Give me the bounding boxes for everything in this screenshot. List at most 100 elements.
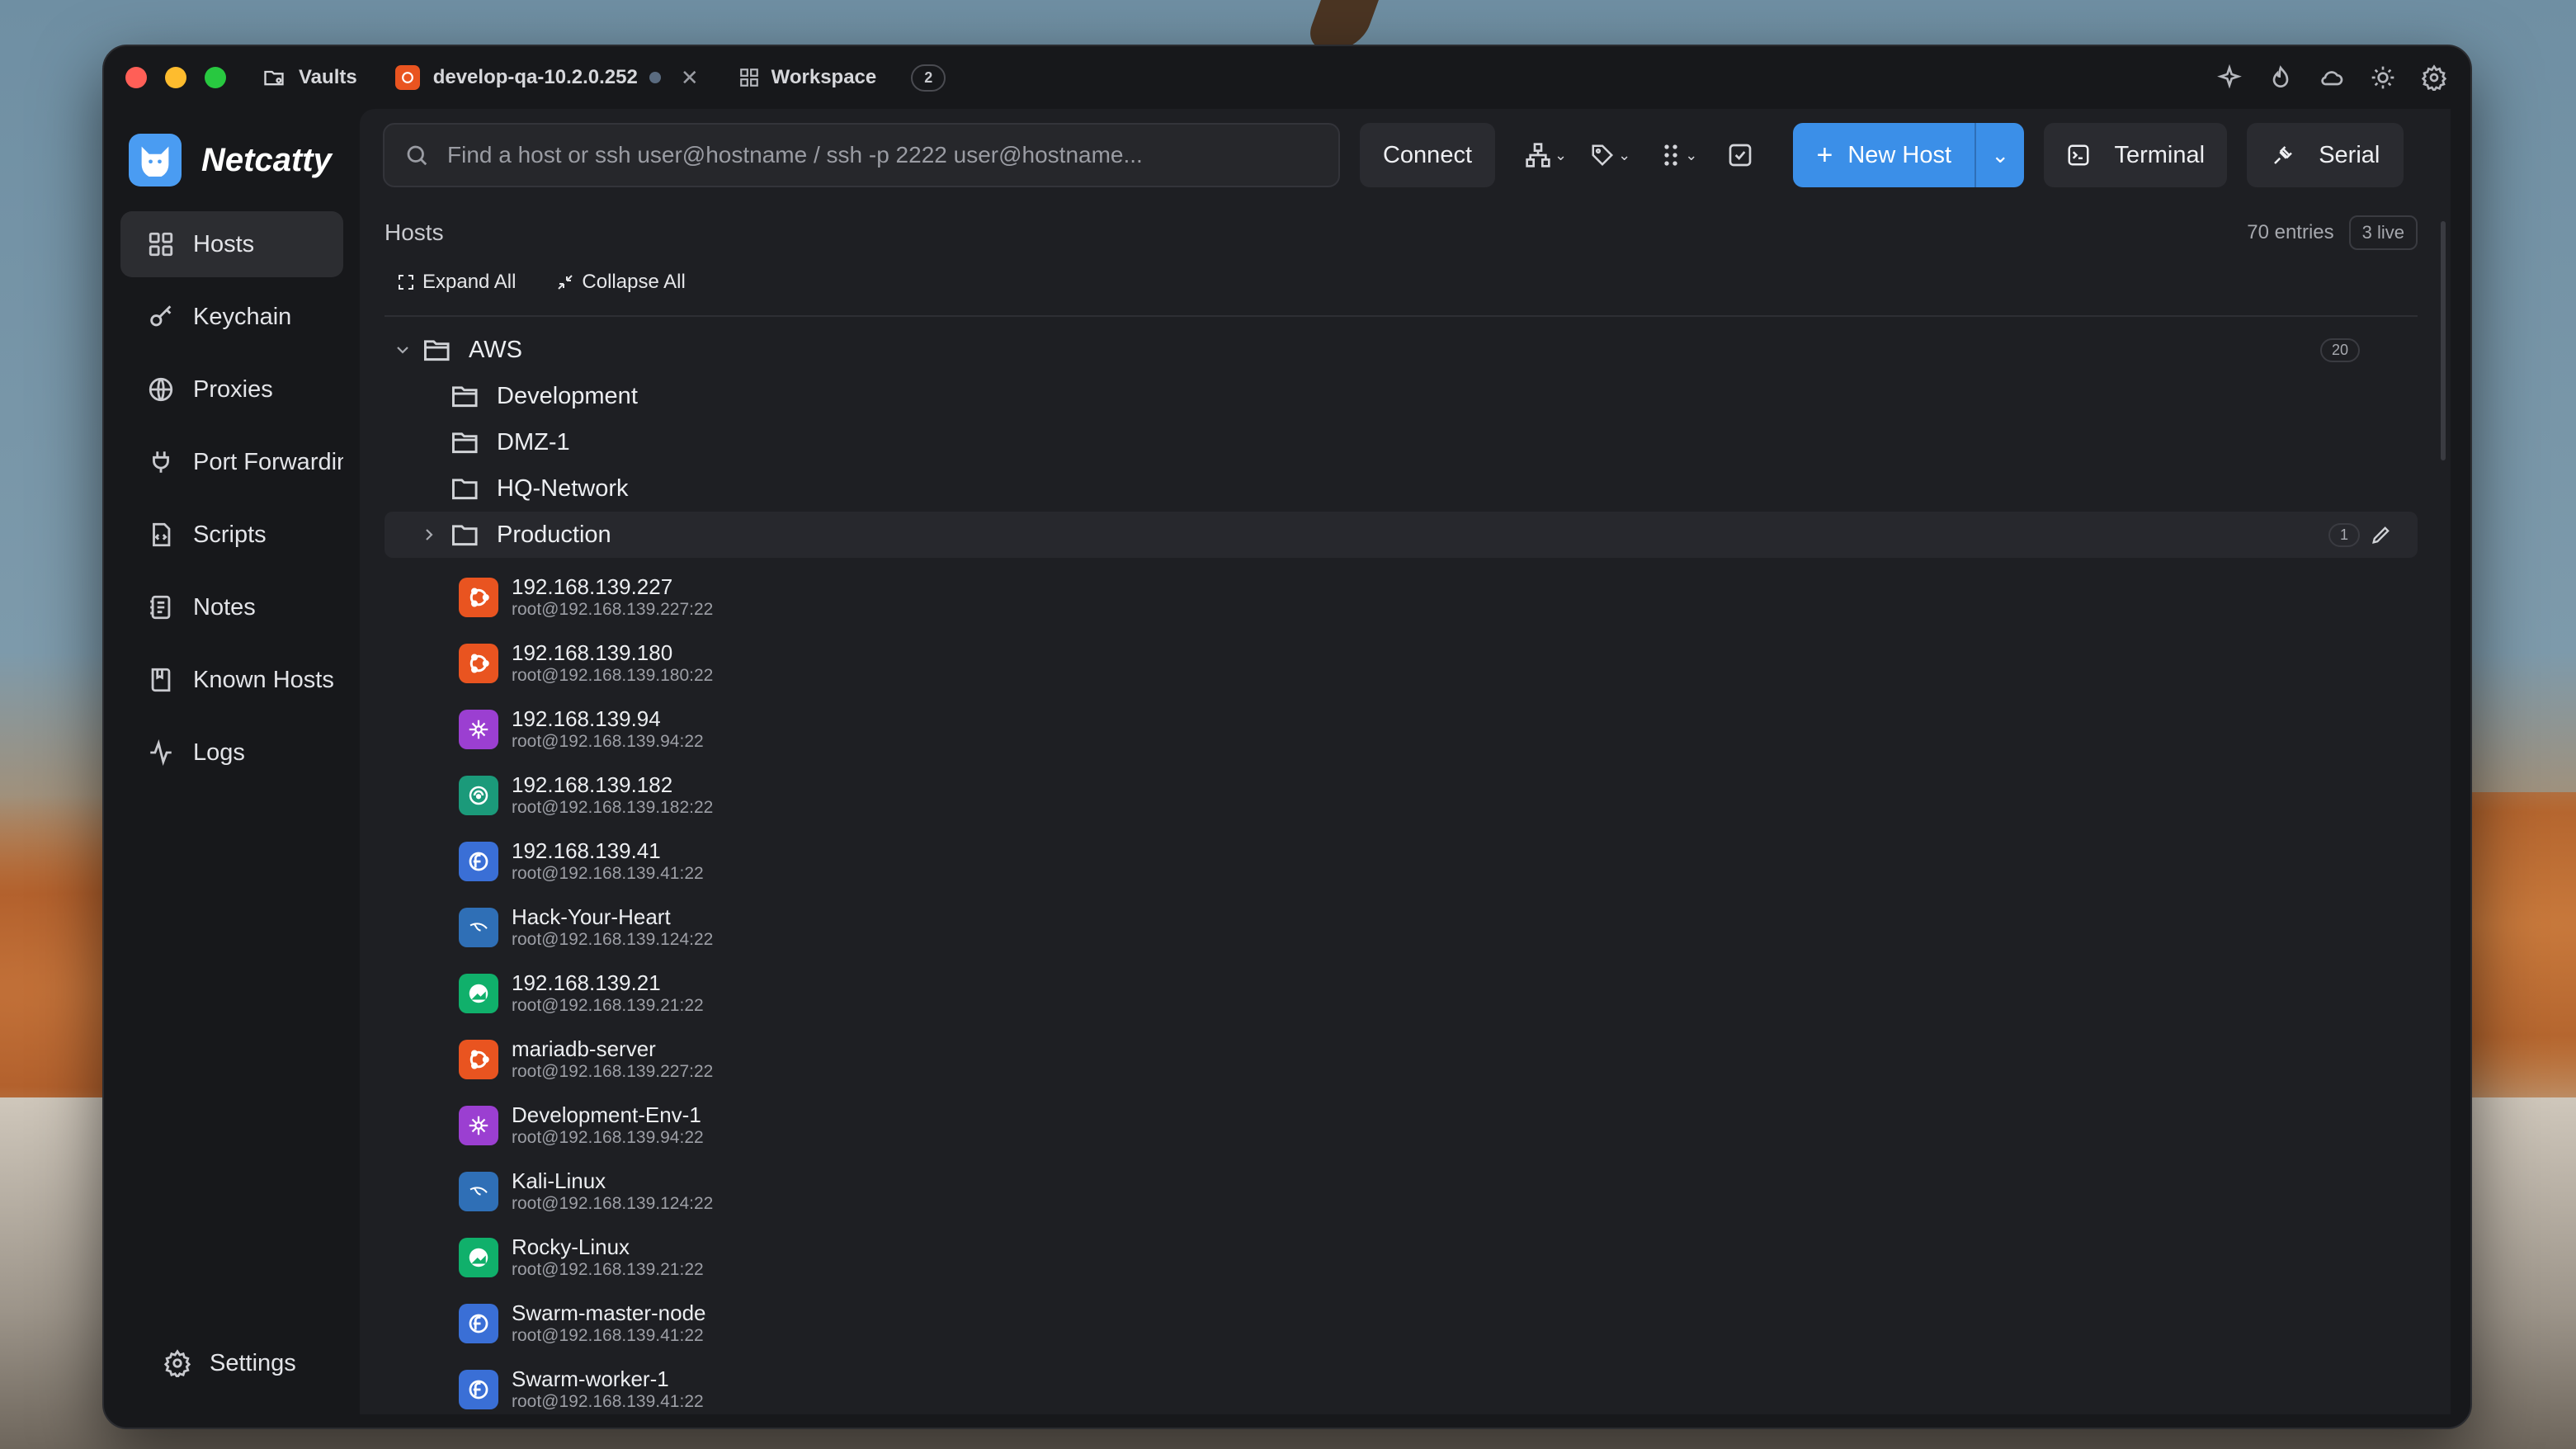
folder-name: AWS <box>469 336 522 363</box>
cloud-icon[interactable] <box>2319 64 2345 91</box>
new-host-button[interactable]: + New Host <box>1793 123 1975 187</box>
flame-icon[interactable] <box>2267 64 2294 91</box>
hosts-title: Hosts <box>385 219 444 245</box>
folder-row-hq-network[interactable]: HQ-Network <box>385 465 2418 512</box>
minimize-window-button[interactable] <box>165 67 186 88</box>
script-icon <box>153 522 171 547</box>
host-row[interactable]: 192.168.139.21 root@192.168.139.21:22 <box>459 960 2418 1027</box>
close-window-button[interactable] <box>125 67 147 88</box>
sidebar-item-settings[interactable]: Settings <box>137 1330 296 1396</box>
host-name: 192.168.139.41 <box>512 838 661 863</box>
maximize-window-button[interactable] <box>205 67 226 88</box>
host-name: Swarm-worker-1 <box>512 1366 669 1391</box>
select-mode-button[interactable] <box>1727 123 1753 187</box>
vaults-tab[interactable]: Vaults <box>262 66 357 89</box>
edit-pencil-icon[interactable] <box>2370 523 2393 546</box>
workspace-grid-icon <box>739 68 758 87</box>
folder-row-production[interactable]: Production 1 <box>385 512 2418 558</box>
sidebar-item-label: Hosts <box>193 230 255 257</box>
rocky-icon <box>459 1238 498 1277</box>
expand-all-button[interactable]: Expand All <box>396 271 516 294</box>
new-host-dropdown-button[interactable]: ⌄ <box>1974 123 2025 187</box>
collapse-all-button[interactable]: Collapse All <box>555 271 686 294</box>
host-address: root@192.168.139.41:22 <box>512 1392 704 1411</box>
folder-name: DMZ-1 <box>497 428 570 455</box>
host-row[interactable]: 192.168.139.180 root@192.168.139.180:22 <box>459 630 2418 696</box>
search-input[interactable] <box>446 141 1323 169</box>
search-box[interactable] <box>383 123 1340 187</box>
chevron-down-icon: ⌄ <box>1618 146 1631 163</box>
sparkle-icon[interactable] <box>2216 64 2243 91</box>
notes-icon <box>150 595 171 620</box>
app-window: Vaults develop-qa-10.2.0.252 ✕ Workspace… <box>102 45 2472 1429</box>
close-tab-icon[interactable]: ✕ <box>681 65 699 91</box>
sidebar-item-scripts[interactable]: Scripts <box>120 502 343 568</box>
host-row[interactable]: Swarm-master-node root@192.168.139.41:22 <box>459 1291 2418 1357</box>
host-row[interactable]: mariadb-server root@192.168.139.227:22 <box>459 1027 2418 1093</box>
host-row[interactable]: Hack-Your-Heart root@192.168.139.124:22 <box>459 894 2418 960</box>
tag-filter-button[interactable]: ⌄ <box>1590 123 1630 187</box>
host-address: root@192.168.139.41:22 <box>512 1326 704 1345</box>
ubuntu-icon <box>459 1040 498 1079</box>
workspace-tab[interactable]: Workspace 2 <box>738 64 946 92</box>
host-text: Rocky-Linux root@192.168.139.21:22 <box>512 1234 704 1281</box>
divider <box>385 315 2418 317</box>
chevron-right-icon[interactable] <box>419 525 439 545</box>
sidebar-item-label: Keychain <box>193 303 292 330</box>
sidebar-item-notes[interactable]: Notes <box>120 574 343 640</box>
folder-row-development[interactable]: Development <box>385 373 2418 419</box>
sidebar-item-known-hosts[interactable]: Known Hosts <box>120 647 343 713</box>
scrollbar[interactable] <box>2441 221 2446 460</box>
folder-row-aws[interactable]: AWS 20 <box>385 327 2418 373</box>
serial-button[interactable]: Serial <box>2247 123 2404 187</box>
host-row[interactable]: Rocky-Linux root@192.168.139.21:22 <box>459 1225 2418 1291</box>
host-text: 192.168.139.21 root@192.168.139.21:22 <box>512 970 704 1017</box>
host-text: Hack-Your-Heart root@192.168.139.124:22 <box>512 904 713 951</box>
host-row[interactable]: 192.168.139.227 root@192.168.139.227:22 <box>459 564 2418 630</box>
host-address: root@192.168.139.227:22 <box>512 1062 714 1081</box>
sidebar-item-keychain[interactable]: Keychain <box>120 284 343 350</box>
terminal-button[interactable]: Terminal <box>2044 123 2228 187</box>
connect-button[interactable]: Connect <box>1360 123 1495 187</box>
host-address: root@192.168.139.41:22 <box>512 864 704 883</box>
netcatty-logo-icon <box>129 134 182 186</box>
sidebar-item-port-forwarding[interactable]: Port Forwarding <box>120 429 343 495</box>
session-tab[interactable]: develop-qa-10.2.0.252 ✕ <box>394 65 699 91</box>
sidebar-item-label: Scripts <box>193 521 267 548</box>
folder-open-icon <box>424 340 450 361</box>
host-row[interactable]: Swarm-worker-1 root@192.168.139.41:22 <box>459 1357 2418 1414</box>
ubuntu-icon <box>459 578 498 617</box>
host-address: root@192.168.139.124:22 <box>512 930 714 949</box>
host-address: root@192.168.139.94:22 <box>512 732 704 751</box>
folder-row-dmz-1[interactable]: DMZ-1 <box>385 419 2418 465</box>
host-row[interactable]: Development-Env-1 root@192.168.139.94:22 <box>459 1093 2418 1159</box>
window-controls <box>125 67 226 88</box>
brand-name: Netcatty <box>201 141 332 178</box>
host-row[interactable]: 192.168.139.182 root@192.168.139.182:22 <box>459 762 2418 828</box>
settings-label: Settings <box>210 1349 296 1376</box>
terminal-icon <box>2068 144 2089 166</box>
search-icon <box>407 145 427 166</box>
sidebar-item-logs[interactable]: Logs <box>120 720 343 786</box>
host-address: root@192.168.139.21:22 <box>512 1260 704 1279</box>
view-mode-button[interactable]: ⌄ <box>1660 123 1697 187</box>
workspace-label: Workspace <box>771 66 877 88</box>
host-row[interactable]: 192.168.139.94 root@192.168.139.94:22 <box>459 696 2418 762</box>
host-address: root@192.168.139.180:22 <box>512 666 714 685</box>
sun-icon[interactable] <box>2370 64 2396 91</box>
host-text: 192.168.139.227 root@192.168.139.227:22 <box>512 574 713 621</box>
checkbox-icon <box>1729 144 1752 167</box>
host-tree: AWS 20 Development DMZ-1 HQ-Network Prod… <box>385 327 2418 1414</box>
host-row[interactable]: 192.168.139.41 root@192.168.139.41:22 <box>459 828 2418 894</box>
host-name: 192.168.139.227 <box>512 574 673 599</box>
gear-icon[interactable] <box>2421 64 2447 91</box>
folder-icon <box>452 479 478 500</box>
new-host-label: New Host <box>1847 141 1952 168</box>
sidebar-item-proxies[interactable]: Proxies <box>120 356 343 422</box>
host-row[interactable]: Kali-Linux root@192.168.139.124:22 <box>459 1159 2418 1225</box>
topology-filter-button[interactable]: ⌄ <box>1525 123 1567 187</box>
chevron-down-icon[interactable] <box>393 340 413 360</box>
host-name: Swarm-master-node <box>512 1300 706 1325</box>
sidebar-item-hosts[interactable]: Hosts <box>120 211 343 277</box>
book-icon <box>151 668 171 692</box>
